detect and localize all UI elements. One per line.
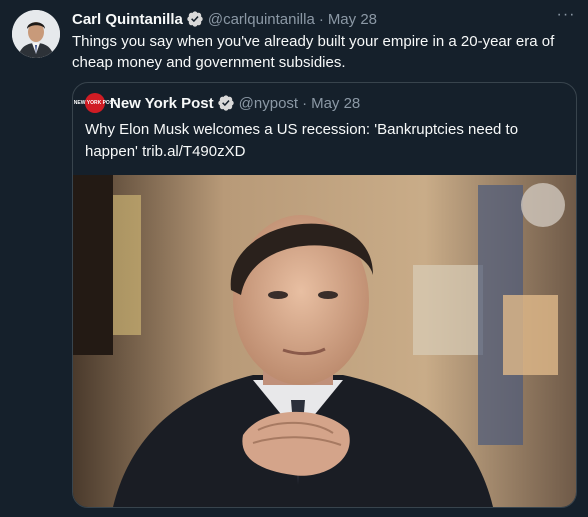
quoted-tweet-header: NEW YORK POST New York Post @nypost · Ma… bbox=[74, 92, 360, 114]
tweet-text: Things you say when you've already built… bbox=[72, 33, 555, 71]
quoted-tweet-image[interactable] bbox=[73, 175, 576, 507]
verified-badge-icon bbox=[186, 10, 204, 28]
author-name[interactable]: Carl Quintanilla bbox=[72, 11, 183, 28]
author-handle[interactable]: @carlquintanilla bbox=[208, 11, 315, 28]
quoted-author-name[interactable]: New York Post bbox=[110, 95, 214, 112]
separator-dot: · bbox=[302, 94, 308, 112]
separator-dot: · bbox=[318, 10, 324, 28]
nypost-avatar[interactable]: NEW YORK POST bbox=[74, 93, 116, 113]
quoted-tweet-timestamp[interactable]: May 28 bbox=[311, 95, 360, 112]
tweet-card[interactable]: Carl Quintanilla @carlquintanilla · May … bbox=[0, 0, 588, 517]
quoted-tweet[interactable]: NEW YORK POST New York Post @nypost · Ma… bbox=[72, 82, 577, 508]
verified-badge-icon bbox=[217, 94, 235, 112]
tweet-timestamp[interactable]: May 28 bbox=[328, 11, 377, 28]
author-avatar[interactable] bbox=[12, 10, 60, 58]
quoted-author-handle[interactable]: @nypost bbox=[239, 95, 298, 112]
quoted-tweet-text: Why Elon Musk welcomes a US recession: '… bbox=[85, 121, 519, 160]
more-options-icon[interactable]: ··· bbox=[554, 6, 578, 30]
tweet-header: Carl Quintanilla @carlquintanilla · May … bbox=[72, 9, 548, 29]
